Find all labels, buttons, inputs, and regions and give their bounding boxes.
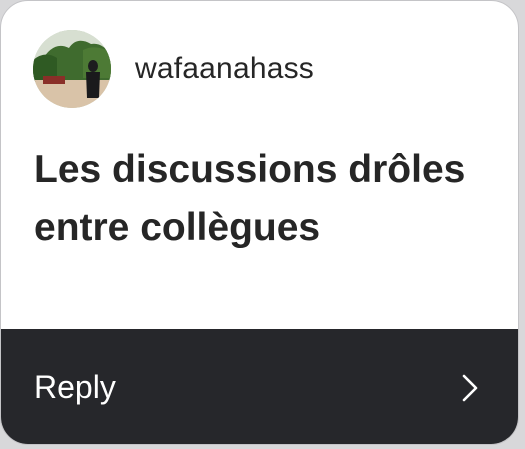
story-title: Les discussions drôles entre collègues	[34, 148, 466, 249]
reply-label: Reply	[34, 369, 116, 405]
avatar[interactable]	[33, 30, 111, 108]
card-header: wafaanahass	[33, 29, 314, 109]
avatar-photo	[33, 30, 111, 108]
chevron-right-icon	[462, 374, 478, 402]
story-reply-card: wafaanahass Les discussions drôles entre…	[0, 0, 519, 445]
username[interactable]: wafaanahass	[135, 52, 314, 86]
reply-button[interactable]: Reply	[1, 329, 518, 444]
